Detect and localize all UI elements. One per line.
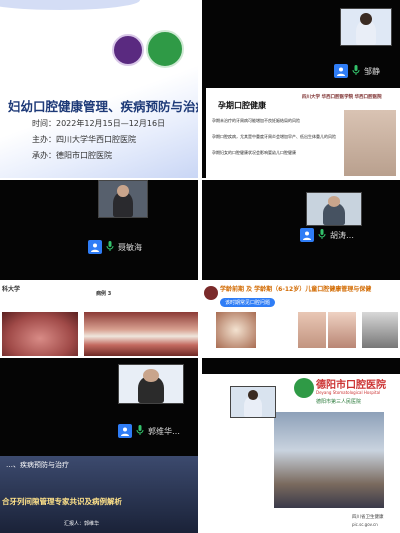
participant-name: 聂敏海 [118,242,142,252]
avatar-icon [88,240,102,254]
mic-icon[interactable] [352,65,360,77]
photo-teeth [298,312,326,348]
video-panel-guoweihua: 郭维华… …、疾病预防与治疗 合牙列间隙管理专家共识及病例解析 汇报人：郭维华 [0,358,198,533]
slide-line: 合牙列间隙管理专家共识及病例解析 [2,497,122,506]
participant-name-tag: 聂敏海 [88,240,142,254]
slide-line: …、疾病预防与治疗 [6,461,69,469]
hospital-header: 德阳市口腔医院 [316,380,386,391]
slide-panel-case: 科大学 病例 3 [0,282,198,356]
slide-panel-children: 学龄前期 及 学龄期（6-12岁）儿童口腔健康管理与保健 该时期常见口腔问题 [202,282,400,356]
reporter: 汇报人：郭维华 [64,521,100,527]
section-tag: 该时期常见口腔问题 [220,298,276,307]
participant-name-tag: 邹静 [334,64,380,78]
slide-photo [344,110,396,176]
avatar-icon [334,64,348,78]
hospital-logo [294,378,314,398]
avatar-icon [118,424,132,438]
hospital-subheader: 德阳市第三人民医院 [316,399,362,405]
slide-title: 妇幼口腔健康管理、疾病预防与治疗 [8,99,198,114]
mic-icon[interactable] [318,229,326,241]
clinical-photo-teeth [84,312,198,356]
video-panel-zoujing: 邹静 四川大学 华西口腔医学院 华西口腔医院 孕期口腔健康 孕期未治疗的牙周病可… [202,0,400,178]
avatar-icon [300,228,314,242]
clinic-photo [274,412,384,508]
shared-slide: …、疾病预防与治疗 合牙列间隙管理专家共识及病例解析 汇报人：郭维华 [0,456,198,533]
watermark: pic.sc.gov.cn [352,522,378,527]
video-panel-hutao: 胡涛… [202,180,400,280]
participant-video[interactable] [118,364,184,404]
slide-panel-title: 妇幼口腔健康管理、疾病预防与治疗 时间：2022年12月15日—12月16日 主… [0,0,198,178]
shared-slide: 四川大学 华西口腔医学院 华西口腔医院 孕期口腔健康 孕期未治疗的牙周病可能增加… [206,88,400,178]
participant-video[interactable] [230,386,276,418]
clinical-photo-tongue [2,312,78,356]
case-label: 病例 3 [96,291,112,297]
mic-icon[interactable] [136,425,144,437]
logo-west-china [112,34,144,66]
participant-name-tag: 胡涛… [300,228,354,242]
participant-name: 胡涛… [330,230,354,240]
photo-teeth [216,312,256,348]
slide-header: 四川大学 华西口腔医学院 华西口腔医院 [302,95,382,100]
mic-icon[interactable] [106,241,114,253]
participant-name-tag: 郭维华… [118,424,180,438]
participant-name: 邹静 [364,66,380,76]
hospital-header-en: Deyang Stomatological Hospital [316,390,381,395]
video-panel-niemh: 聂敏海 [0,180,198,280]
slide-heading: 孕期口腔健康 [218,101,266,110]
slide-organizer: 承办：德阳市口腔医院 [32,151,112,160]
slide-title: 学龄前期 及 学龄期（6-12岁）儿童口腔健康管理与保健 [220,286,372,293]
photo-teeth [328,312,356,348]
slide-date: 时间：2022年12月15日—12月16日 [32,119,166,128]
participant-video[interactable] [340,8,392,46]
video-panel-deyang: 德阳市口腔医院 Deyang Stomatological Hospital 德… [202,358,400,533]
watermark: 四川省卫生健康 [352,515,384,520]
slide-bullet: 孕期口腔疾病，尤其是中重度牙周炎会增加早产、低出生体重儿的风险 [212,134,336,139]
slide-bullet: 孕期妇女的口腔健康状况会影响婴幼儿口腔健康 [212,150,296,155]
west-china-seal [204,286,218,300]
photo-teeth [362,312,398,348]
slide-host: 主办：四川大学华西口腔医院 [32,135,136,144]
slide-bullet: 孕期未治疗的牙周病可能增加不良妊娠结局的风险 [212,118,300,123]
participant-name: 郭维华… [148,426,180,436]
participant-video[interactable] [306,192,362,226]
participant-video[interactable] [98,180,148,218]
logo-dental-hospital [146,30,184,68]
slide-header-left: 科大学 [2,286,21,293]
